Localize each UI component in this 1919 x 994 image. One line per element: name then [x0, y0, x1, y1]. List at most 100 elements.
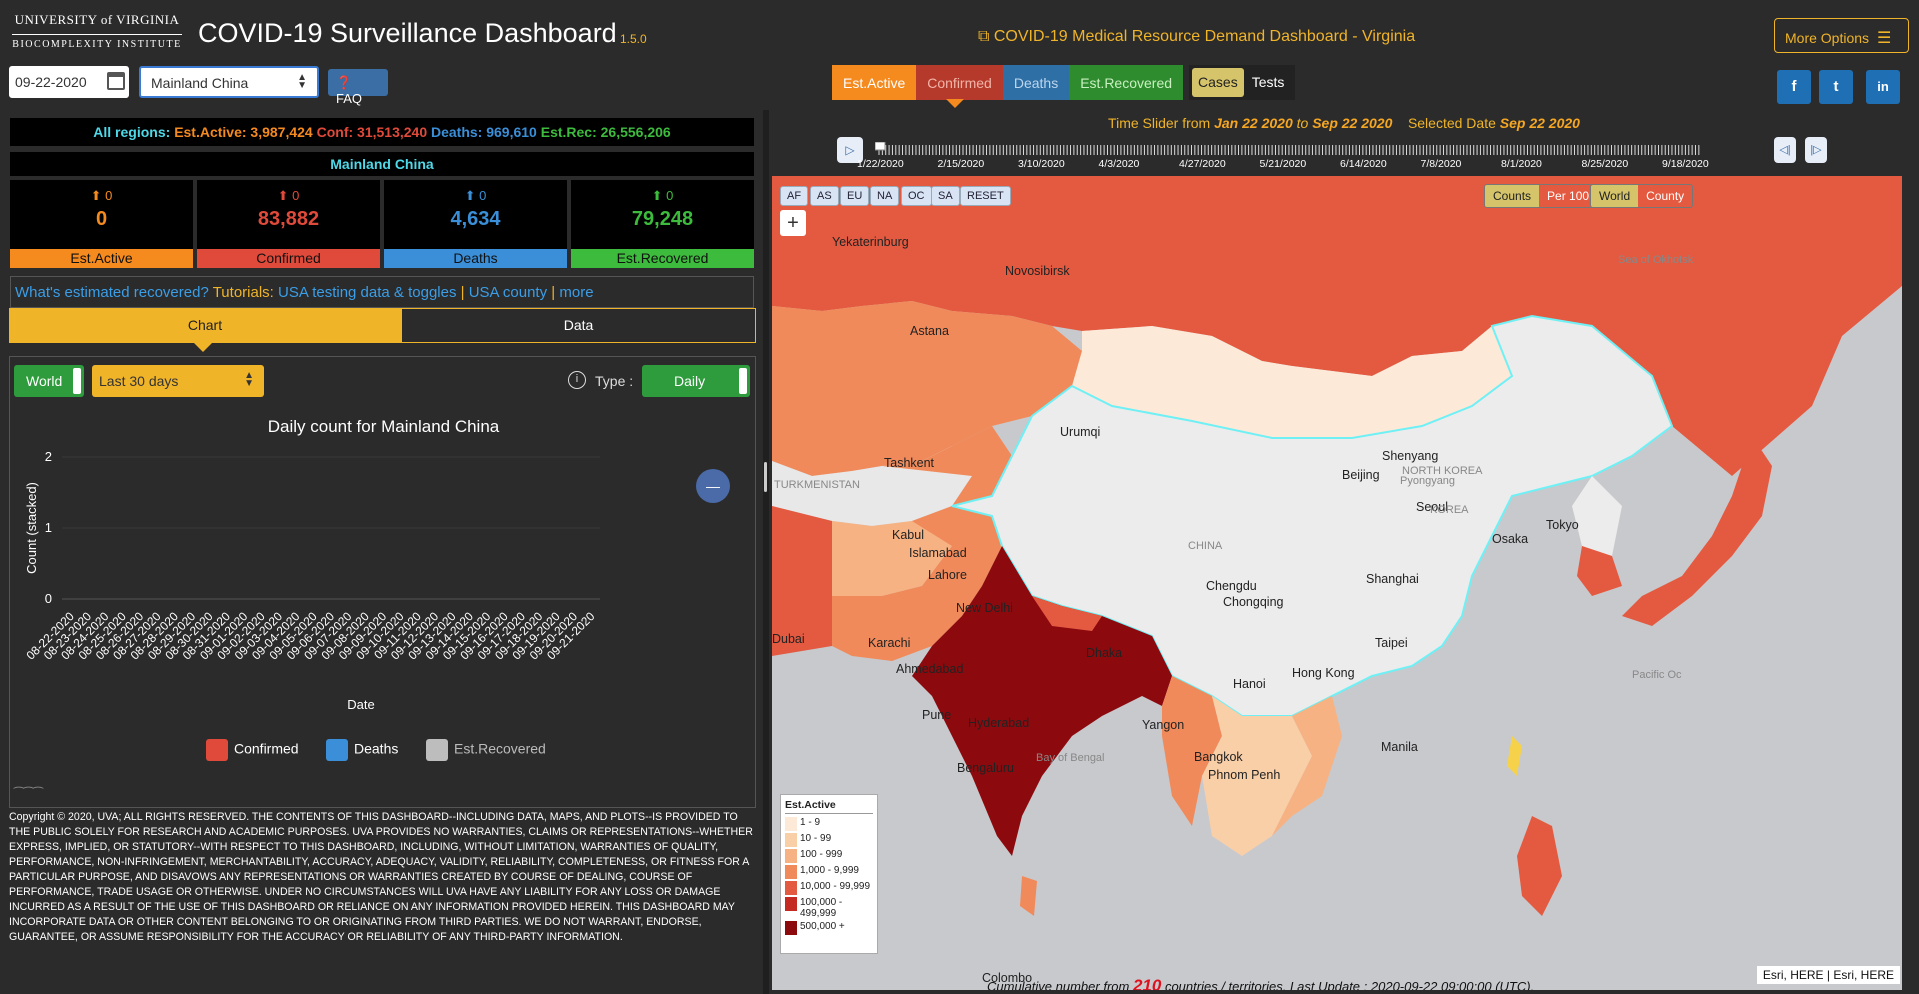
map-legend: Est.Active 1 - 9 10 - 99 100 - 999 1,000… [780, 794, 878, 954]
calendar-icon[interactable] [107, 72, 125, 90]
tab-data[interactable]: Data [401, 308, 756, 343]
map-city-label: Novosibirsk [1005, 264, 1070, 278]
legend-est-recovered[interactable]: Est.Recovered [426, 739, 546, 761]
region-south-korea[interactable] [1577, 546, 1622, 596]
map-attribution[interactable]: Esri, HERE | Esri, HERE [1756, 966, 1900, 984]
date-input[interactable]: 09-22-2020 [9, 66, 129, 98]
region-taiwan[interactable] [1507, 736, 1522, 776]
legend-deaths[interactable]: Deaths [326, 739, 398, 761]
tab-chart[interactable]: Chart [9, 308, 401, 343]
faq-button[interactable]: ❓ FAQ [328, 69, 388, 106]
link-more[interactable]: more [559, 284, 593, 301]
region-sri-lanka[interactable] [1020, 876, 1037, 916]
summary-confirmed: Conf: 31,513,240 [316, 124, 428, 140]
stat-change: ⬆ 0 [277, 188, 300, 203]
up-arrow-icon: ⬆ [464, 188, 480, 203]
slider-tick-label: 4/27/2020 [1179, 158, 1226, 170]
map-city-label: Karachi [868, 636, 911, 650]
region-heading: Mainland China [10, 152, 754, 176]
region-japan[interactable] [1622, 436, 1772, 626]
toggle-county[interactable]: County [1638, 185, 1693, 207]
top-bar: UNIVERSITY of VIRGINIA BIOCOMPLEXITY INS… [0, 0, 1919, 110]
slider-title: Time Slider from Jan 22 2020 to Sep 22 2… [769, 115, 1919, 131]
region-select[interactable]: Mainland China ▲ ▼ [139, 66, 319, 98]
slider-from: Jan 22 2020 [1214, 115, 1293, 131]
tab-est-active[interactable]: Est.Active [832, 65, 917, 100]
link-usa-testing[interactable]: USA testing data & toggles [278, 284, 456, 301]
toggle-world[interactable]: World [1591, 185, 1639, 207]
legend-swatch [785, 881, 797, 895]
tab-confirmed[interactable]: Confirmed [916, 65, 1003, 100]
splitter-grip[interactable] [764, 462, 767, 492]
legend-confirmed[interactable]: Confirmed [206, 739, 299, 761]
scope-toggle[interactable]: World [14, 365, 84, 397]
uva-logo[interactable]: UNIVERSITY of VIRGINIA BIOCOMPLEXITY INS… [12, 12, 182, 57]
period-value: Last 30 days [99, 373, 179, 389]
region-button-af[interactable]: AF [780, 186, 809, 206]
region-button-eu[interactable]: EU [840, 186, 870, 206]
toggle-tests[interactable]: Tests [1244, 68, 1293, 97]
legend-row: 10 - 99 [785, 833, 873, 847]
legend-swatch [785, 833, 797, 847]
step-forward-icon[interactable]: |▷ [1805, 137, 1827, 163]
country-count: 210 [1132, 976, 1162, 990]
map-city-label: TURKMENISTAN [774, 479, 860, 491]
zoom-in-icon[interactable]: + [780, 210, 806, 236]
info-icon[interactable]: i [568, 371, 586, 389]
slider-handle[interactable] [875, 142, 886, 151]
time-slider[interactable] [875, 142, 1705, 156]
step-back-icon[interactable]: ◁| [1774, 137, 1796, 163]
medical-resource-link[interactable]: ⧉ COVID-19 Medical Resource Demand Dashb… [978, 28, 1415, 46]
legend-label: Deaths [354, 740, 399, 757]
type-toggle[interactable]: Daily [642, 365, 750, 397]
facebook-icon[interactable]: f [1777, 70, 1811, 104]
legend-swatch [426, 739, 448, 761]
map-city-label: Islamabad [909, 546, 967, 560]
link-usa-county[interactable]: USA county [469, 284, 547, 301]
legend-swatch [785, 897, 797, 911]
link-estimated-recovered[interactable]: What's estimated recovered? [15, 284, 209, 301]
map-city-label: Phnom Penh [1208, 768, 1281, 782]
toggle-counts[interactable]: Counts [1485, 185, 1540, 207]
stat-deaths: ⬆ 0 4,634 Deaths [384, 180, 567, 268]
tab-deaths[interactable]: Deaths [1002, 65, 1070, 100]
map-canvas[interactable] [772, 176, 1902, 990]
legend-title: Est.Active [785, 799, 873, 814]
external-link-icon: ⧉ [978, 28, 994, 45]
twitter-icon[interactable]: t [1819, 70, 1853, 104]
slider-tick-label: 6/14/2020 [1340, 158, 1387, 170]
tab-est-recovered[interactable]: Est.Recovered [1069, 65, 1184, 100]
more-options-button[interactable]: More Options ☰ [1774, 18, 1909, 53]
map-city-label: Lahore [928, 568, 967, 582]
region-button-as[interactable]: AS [810, 186, 839, 206]
map-city-label: Bay of Bengal [1036, 752, 1105, 764]
region-philippines[interactable] [1517, 816, 1562, 916]
slider-tick-label: 3/10/2020 [1018, 158, 1065, 170]
map[interactable]: AF AS EU NA OC SA RESET + Counts Per 100… [772, 176, 1902, 990]
region-button-sa[interactable]: SA [931, 186, 960, 206]
slider-tick-label: 4/3/2020 [1098, 158, 1140, 170]
slider-tick-label: 8/25/2020 [1581, 158, 1629, 170]
slider-tick-label: 5/21/2020 [1259, 158, 1307, 170]
up-arrow-icon: ⬆ [651, 188, 667, 203]
legend-row: 1,000 - 9,999 [785, 865, 873, 879]
period-select[interactable]: Last 30 days ▲ ▼ [92, 365, 264, 397]
map-city-label: New Delhi [956, 601, 1013, 615]
cases-tests-toggle: Cases Tests [1189, 65, 1296, 100]
help-links: What's estimated recovered? Tutorials: U… [10, 276, 754, 308]
map-city-label: Yekaterinburg [832, 235, 909, 249]
region-button-oc[interactable]: OC [901, 186, 932, 206]
summary-est-active: Est.Active: 3,987,424 [174, 124, 313, 140]
region-button-reset[interactable]: RESET [960, 186, 1011, 206]
linkedin-icon[interactable]: in [1866, 70, 1900, 104]
slider-to: Sep 22 2020 [1312, 115, 1393, 131]
toggle-cases[interactable]: Cases [1192, 68, 1244, 97]
map-city-label: Chongqing [1223, 595, 1284, 609]
slider-prefix: Time Slider from [1108, 115, 1211, 131]
region-north-korea[interactable] [1572, 476, 1622, 556]
map-city-label: Sea of Okhotsk [1618, 254, 1694, 266]
map-city-label: Shanghai [1366, 572, 1419, 586]
type-value: Daily [674, 373, 706, 389]
right-panel: Time Slider from Jan 22 2020 to Sep 22 2… [769, 110, 1919, 994]
region-button-na[interactable]: NA [870, 186, 900, 206]
